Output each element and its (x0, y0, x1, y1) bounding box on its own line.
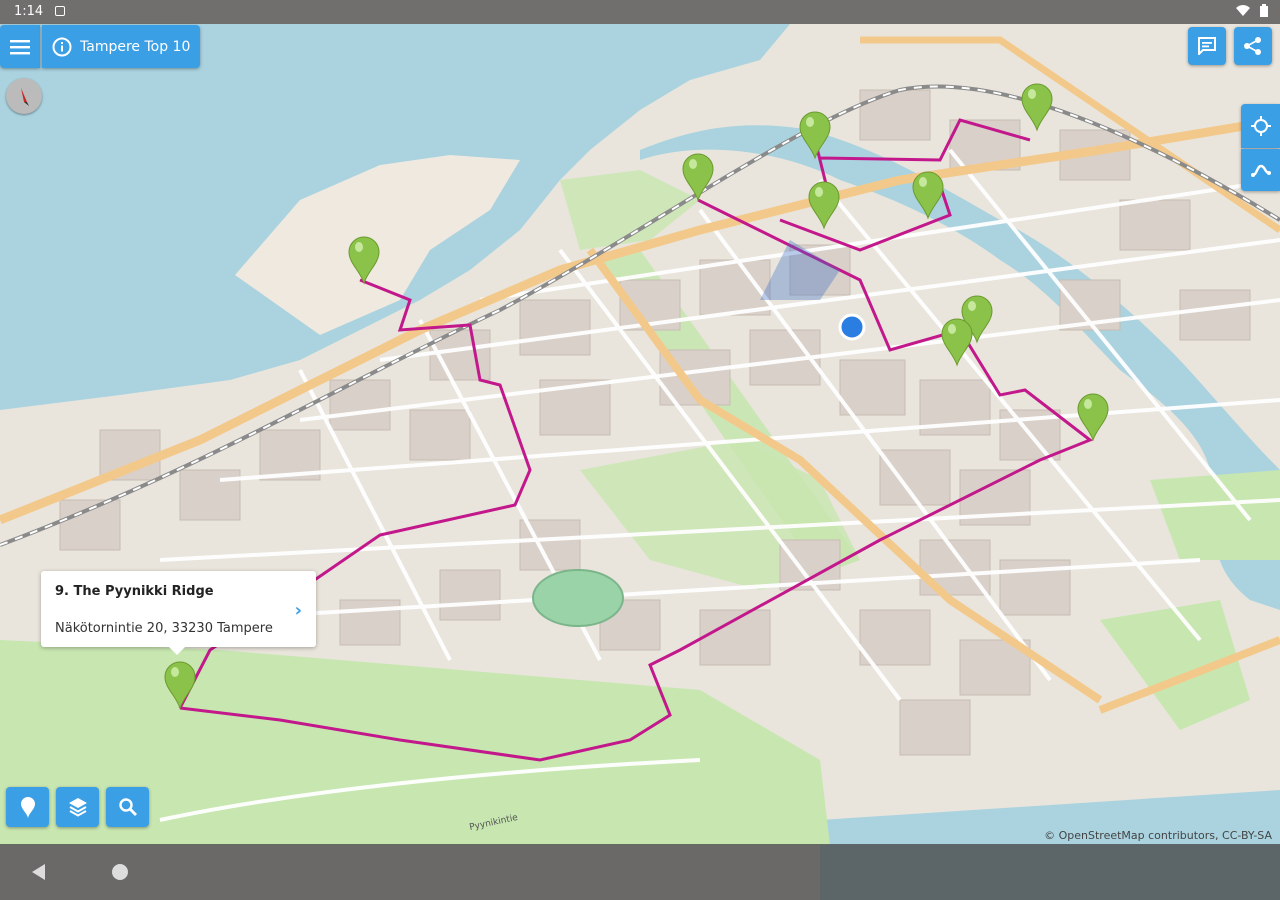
map-view[interactable]: Pyynikintie (0, 0, 1280, 900)
guide-title-button[interactable]: Tampere Top 10 (42, 25, 201, 68)
menu-button[interactable] (0, 25, 40, 68)
map-attribution: © OpenStreetMap contributors, CC-BY-SA (1044, 829, 1272, 842)
comment-icon (1198, 37, 1216, 55)
info-icon (52, 37, 72, 56)
system-nav-bar (0, 844, 1280, 900)
guide-title: Tampere Top 10 (80, 38, 191, 55)
compass-button[interactable] (6, 78, 42, 114)
locate-button[interactable] (1241, 104, 1280, 148)
markers-button[interactable] (6, 787, 49, 827)
battery-icon (1260, 4, 1268, 17)
home-icon[interactable] (112, 864, 128, 880)
layers-button[interactable] (56, 787, 99, 827)
hamburger-icon (10, 39, 30, 54)
system-icons (1236, 4, 1268, 17)
status-bar: 1:14 (0, 0, 1280, 24)
current-location-dot (838, 313, 866, 341)
crosshair-icon (1250, 116, 1271, 136)
compass-icon (21, 88, 29, 106)
back-icon[interactable] (32, 864, 45, 880)
status-time: 1:14 (14, 4, 44, 19)
search-button[interactable] (106, 787, 149, 827)
map-pin-icon (20, 797, 35, 818)
notification-icon (55, 6, 65, 16)
search-icon (118, 798, 137, 816)
poi-popup[interactable]: 9. The Pyynikki Ridge Näkötornintie 20, … (41, 571, 316, 655)
comment-button[interactable] (1188, 27, 1226, 65)
route-button[interactable] (1241, 149, 1280, 191)
chevron-right-icon[interactable]: › (295, 600, 302, 621)
share-button[interactable] (1234, 27, 1272, 65)
wifi-icon (1236, 4, 1250, 16)
poi-title: 9. The Pyynikki Ridge (55, 584, 214, 599)
poi-address: Näkötornintie 20, 33230 Tampere (55, 621, 273, 636)
layers-icon (68, 798, 87, 817)
share-icon (1244, 37, 1261, 55)
route-icon (1250, 164, 1271, 177)
